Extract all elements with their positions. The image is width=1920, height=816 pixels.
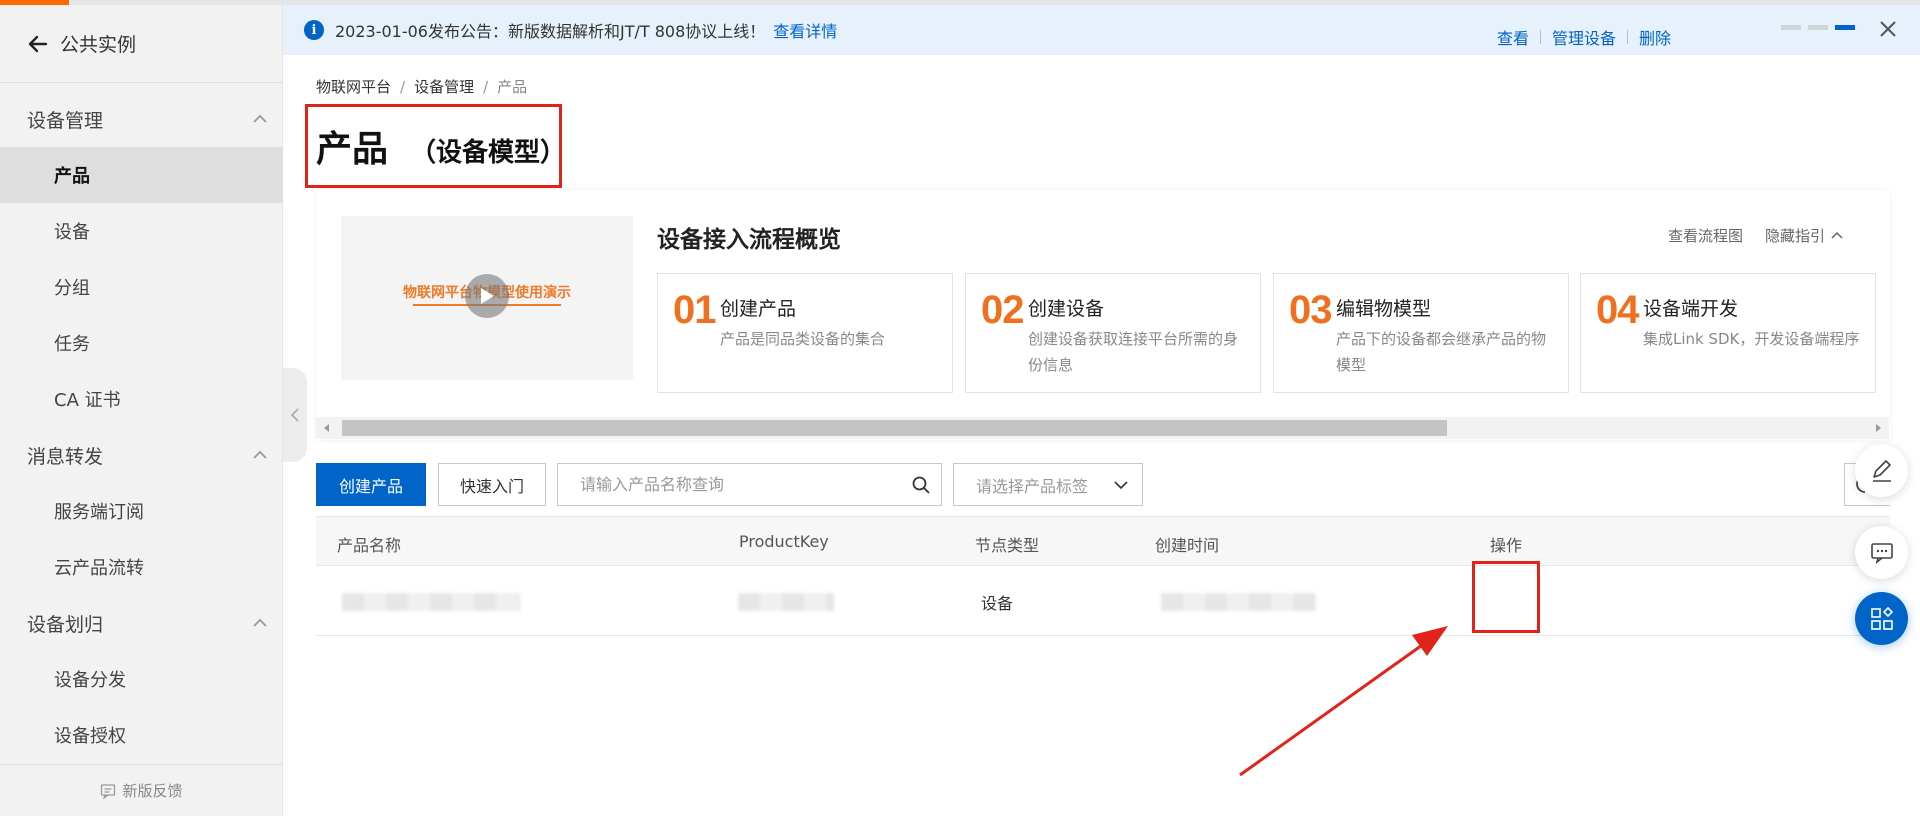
step-description: 集成Link SDK，开发设备端程序 [1643,330,1860,348]
annotation-highlight-box [305,104,562,188]
chat-support-button[interactable] [1855,526,1908,579]
column-header-node-type[interactable]: 节点类型 [975,532,1039,556]
chevron-up-icon [253,618,267,627]
close-icon[interactable] [1877,18,1899,40]
redacted-product-name [342,593,520,611]
feedback-icon [101,783,116,799]
chevron-down-icon [1114,481,1128,490]
column-header-actions: 操作 [1490,536,1523,555]
step-title: 创建设备 [1028,298,1105,320]
sidebar-item-device-distribution[interactable]: 设备分发 [0,651,283,707]
nav-group-device-management[interactable]: 设备管理 [0,91,283,147]
sidebar: 公共实例 设备管理 产品 设备 分组 任务 CA 证书 消息转发 服务端订阅 云… [0,5,283,816]
app-menu-button[interactable] [1855,592,1908,645]
announcement-details-link[interactable]: 查看详情 [773,18,837,42]
back-label: 公共实例 [60,34,137,56]
sidebar-nav: 设备管理 产品 设备 分组 任务 CA 证书 消息转发 服务端订阅 云产品流转 … [0,91,283,763]
annotation-highlight-box [1472,561,1540,633]
column-header-productkey[interactable]: ProductKey [739,532,829,551]
step-title: 编辑物模型 [1336,298,1432,320]
sidebar-item-server-subscription[interactable]: 服务端订阅 [0,483,283,539]
guide-step-1[interactable]: 01 创建产品 产品是同品类设备的集合 [657,273,953,393]
apps-icon [1870,606,1893,630]
scroll-right-icon[interactable] [1871,421,1885,435]
step-description: 产品是同品类设备的集合 [720,330,886,348]
step-number: 04 [1596,288,1639,332]
sidebar-item-jobs[interactable]: 任务 [0,315,283,371]
table-header: 产品名称 ProductKey 节点类型 创建时间 操作 [316,516,1890,566]
announcement-pager [1781,25,1855,30]
hide-guide-link[interactable]: 隐藏指引 [1765,225,1825,246]
create-product-button[interactable]: 创建产品 [316,463,426,506]
announcement-text: 2023-01-06发布公告：新版数据解析和JT/T 808协议上线！ [335,22,766,41]
node-type-cell: 设备 [981,594,1014,613]
edit-notes-button[interactable] [1855,444,1908,497]
guide-links: 查看流程图 隐藏指引 [1668,225,1844,246]
step-title: 创建产品 [720,298,797,320]
guide-step-3[interactable]: 03 编辑物模型 产品下的设备都会继承产品的物模型 [1273,273,1569,393]
guide-title: 设备接入流程概览 [657,227,841,253]
pencil-icon [1872,459,1891,482]
announcement-bar: i 2023-01-06发布公告：新版数据解析和JT/T 808协议上线！ 查看… [283,5,1920,55]
column-header-created-time[interactable]: 创建时间 [1155,532,1219,556]
feedback-button[interactable]: 新版反馈 [0,764,283,816]
guide-step-2[interactable]: 02 创建设备 创建设备获取连接平台所需的身份信息 [965,273,1261,393]
scroll-left-icon[interactable] [320,421,334,435]
step-number: 03 [1289,288,1332,332]
quick-start-button[interactable]: 快速入门 [438,463,546,506]
nav-group-label: 设备管理 [27,109,104,132]
info-icon: i [304,20,324,40]
step-number: 01 [673,288,716,332]
pager-dot-active[interactable] [1835,25,1855,30]
step-number: 02 [981,288,1024,332]
redacted-created-time [1161,593,1316,611]
select-placeholder: 请选择产品标签 [976,476,1089,496]
redacted-productkey [738,593,834,611]
chevron-left-icon [290,408,299,422]
pager-dot[interactable] [1808,25,1828,30]
guide-step-4[interactable]: 04 设备端开发 集成Link SDK，开发设备端程序 [1580,273,1876,393]
sidebar-item-device-authorization[interactable]: 设备授权 [0,707,283,763]
step-title: 设备端开发 [1643,298,1739,320]
product-tag-select[interactable]: 请选择产品标签 [953,463,1143,506]
demo-video[interactable]: 物联网平台物模型使用演示 [341,216,633,380]
sidebar-item-products[interactable]: 产品 [0,147,283,203]
breadcrumb: 物联网平台 / 设备管理 / 产品 [316,78,528,96]
play-icon[interactable] [465,274,509,318]
chevron-up-icon [253,450,267,459]
arrow-left-icon [28,35,48,52]
product-search [557,463,942,506]
chevron-up-icon [1831,231,1843,239]
table-row: 设备 [316,566,1890,636]
nav-group-message-forwarding[interactable]: 消息转发 [0,427,283,483]
column-header-product-name[interactable]: 产品名称 [337,532,401,556]
sidebar-collapse-handle[interactable] [283,368,307,462]
step-description: 产品下的设备都会继承产品的物模型 [1336,330,1547,374]
scrollbar-thumb[interactable] [342,420,1447,436]
breadcrumb-link[interactable]: 物联网平台 [316,78,391,96]
sidebar-item-data-forwarding[interactable]: 云产品流转 [0,539,283,595]
delete-action-link[interactable]: 删除 [1639,25,1671,49]
search-icon[interactable] [911,475,931,495]
breadcrumb-current: 产品 [497,78,528,96]
row-actions: 查看 管理设备 删除 [1497,25,1671,49]
view-action-link[interactable]: 查看 [1497,25,1529,49]
search-input[interactable] [558,464,898,505]
manage-devices-link[interactable]: 管理设备 [1552,25,1616,49]
sidebar-item-devices[interactable]: 设备 [0,203,283,259]
sidebar-item-ca-certificates[interactable]: CA 证书 [0,371,283,427]
pager-dot[interactable] [1781,25,1801,30]
guide-horizontal-scrollbar[interactable] [316,417,1889,439]
chat-icon [1870,542,1893,564]
breadcrumb-link[interactable]: 设备管理 [414,78,474,96]
step-description: 创建设备获取连接平台所需的身份信息 [1028,330,1239,374]
feedback-label: 新版反馈 [122,782,183,800]
back-to-instances[interactable]: 公共实例 [0,5,283,83]
chevron-up-icon [253,114,267,123]
view-flowchart-link[interactable]: 查看流程图 [1668,225,1743,246]
nav-group-label: 设备划归 [27,613,104,636]
sidebar-item-groups[interactable]: 分组 [0,259,283,315]
nav-group-device-allocation[interactable]: 设备划归 [0,595,283,651]
nav-group-label: 消息转发 [27,445,104,468]
